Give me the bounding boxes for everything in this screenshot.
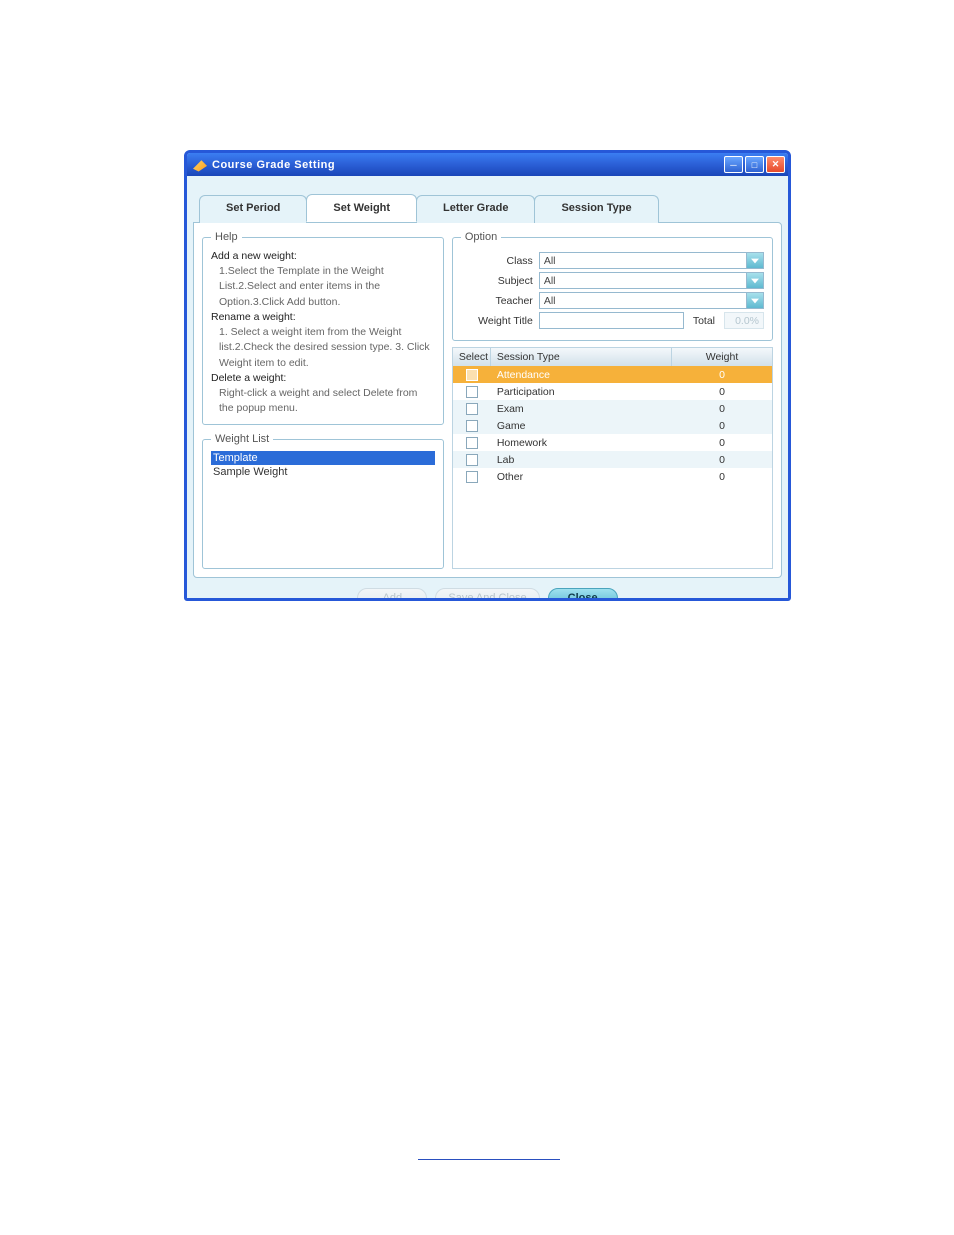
table-row[interactable]: Lab 0 [453, 451, 772, 468]
class-select[interactable]: All [539, 252, 764, 269]
chevron-down-icon[interactable] [746, 273, 763, 288]
total-label: Total [690, 315, 718, 327]
weight-list-group: Weight List Template Sample Weight [202, 433, 444, 569]
tab-letter-grade[interactable]: Letter Grade [416, 195, 535, 223]
help-group: Help Add a new weight: 1.Select the Temp… [202, 231, 444, 425]
weight-list-item-template[interactable]: Template [211, 451, 435, 465]
teacher-select[interactable]: All [539, 292, 764, 309]
tab-set-period[interactable]: Set Period [199, 195, 307, 223]
subject-select[interactable]: All [539, 272, 764, 289]
help-text: Add a new weight: 1.Select the Template … [211, 249, 435, 416]
weight-list-item-sample[interactable]: Sample Weight [211, 465, 435, 479]
col-session-type[interactable]: Session Type [491, 348, 672, 366]
add-button: Add [357, 588, 427, 601]
maximize-button[interactable]: □ [745, 156, 764, 173]
weight-title-input[interactable] [539, 312, 684, 329]
minimize-button[interactable]: ─ [724, 156, 743, 173]
close-button[interactable]: ✕ [766, 156, 785, 173]
weight-list-legend: Weight List [211, 433, 273, 445]
help-legend: Help [211, 231, 242, 243]
table-row[interactable]: Exam 0 [453, 400, 772, 417]
weight-title-label: Weight Title [461, 315, 533, 327]
tab-set-weight[interactable]: Set Weight [306, 194, 417, 222]
titlebar[interactable]: Course Grade Setting ─ □ ✕ [187, 153, 788, 176]
dialog-course-grade-setting: Course Grade Setting ─ □ ✕ Set Period Se… [184, 150, 791, 601]
table-row[interactable]: Other 0 [453, 468, 772, 485]
window-title: Course Grade Setting [212, 159, 724, 171]
session-type-table: Select Session Type Weight Attendance 0 … [452, 347, 773, 569]
table-row[interactable]: Game 0 [453, 417, 772, 434]
row-checkbox[interactable] [466, 437, 478, 449]
table-header: Select Session Type Weight [453, 348, 772, 366]
table-row[interactable]: Attendance 0 [453, 366, 772, 383]
weight-list[interactable]: Template Sample Weight [211, 451, 435, 560]
app-icon [193, 158, 207, 172]
row-checkbox[interactable] [466, 471, 478, 483]
tab-content: Help Add a new weight: 1.Select the Temp… [193, 222, 782, 578]
teacher-label: Teacher [461, 295, 533, 307]
option-legend: Option [461, 231, 501, 243]
tab-bar: Set Period Set Weight Letter Grade Sessi… [187, 176, 788, 222]
dialog-footer: Add Save And Close Close [187, 584, 788, 601]
col-weight[interactable]: Weight [672, 348, 772, 366]
row-checkbox[interactable] [466, 386, 478, 398]
chevron-down-icon[interactable] [746, 293, 763, 308]
save-and-close-button: Save And Close [435, 588, 539, 601]
row-checkbox[interactable] [466, 403, 478, 415]
row-checkbox[interactable] [466, 369, 478, 381]
close-dialog-button[interactable]: Close [548, 588, 618, 601]
table-row[interactable]: Homework 0 [453, 434, 772, 451]
subject-label: Subject [461, 275, 533, 287]
total-value: 0.0% [724, 312, 764, 329]
chevron-down-icon[interactable] [746, 253, 763, 268]
row-checkbox[interactable] [466, 454, 478, 466]
option-group: Option Class All Subject All T [452, 231, 773, 341]
table-row[interactable]: Participation 0 [453, 383, 772, 400]
col-select[interactable]: Select [453, 348, 491, 366]
page-footer-link[interactable] [418, 1159, 560, 1160]
class-label: Class [461, 255, 533, 267]
row-checkbox[interactable] [466, 420, 478, 432]
tab-session-type[interactable]: Session Type [534, 195, 658, 223]
